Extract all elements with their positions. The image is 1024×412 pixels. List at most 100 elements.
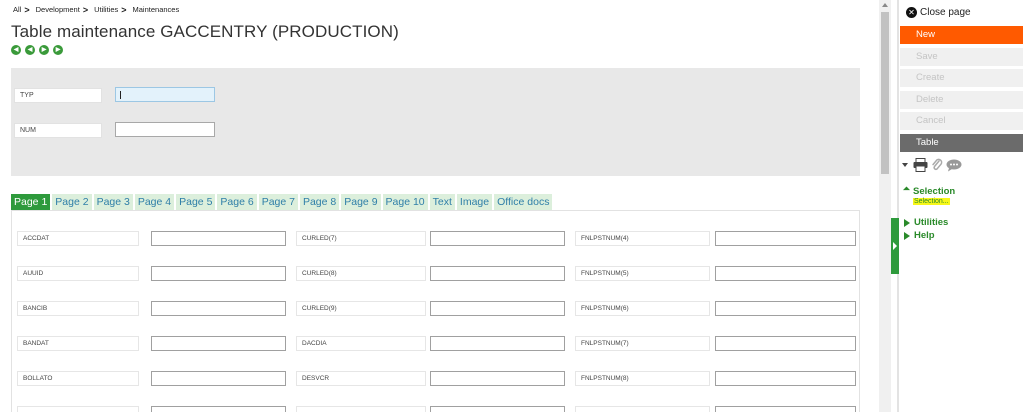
tab-page-4[interactable]: Page 4 (134, 194, 175, 210)
field-label-fnlpstnum-5: FNLPSTNUM(5) (575, 266, 710, 281)
tab-bar: Page 1 Page 2 Page 3 Page 4 Page 5 Page … (11, 194, 553, 210)
field-label-partial (575, 406, 710, 412)
breadcrumb-separator-icon: > (82, 4, 89, 15)
tab-page-9[interactable]: Page 9 (341, 194, 381, 210)
field-input-dacdia[interactable] (430, 336, 565, 351)
field-input-fnlpstnum-6[interactable] (715, 301, 856, 316)
scroll-up-arrow-icon[interactable] (882, 3, 888, 7)
field-input-bancib[interactable] (151, 301, 286, 316)
scroll-thumb[interactable] (881, 12, 889, 174)
selection-link[interactable]: Selection... (913, 198, 950, 205)
typ-label: TYP (14, 88, 102, 103)
tab-page-8[interactable]: Page 8 (299, 194, 340, 210)
field-grid: ACCDAT CURLED(7) FNLPSTNUM(4) AUUID CURL… (11, 210, 860, 412)
field-label-fnlpstnum-6: FNLPSTNUM(6) (575, 301, 710, 316)
first-record-icon[interactable]: ◀ (11, 45, 21, 55)
table-button[interactable]: Table (900, 134, 1023, 152)
selection-section-header[interactable]: Selection (902, 186, 956, 197)
field-input-fnlpstnum-4[interactable] (715, 231, 856, 246)
comment-icon[interactable] (946, 159, 962, 172)
field-input-partial[interactable] (151, 406, 286, 412)
print-icon[interactable] (913, 158, 928, 172)
previous-record-icon[interactable]: ◀ (25, 45, 35, 55)
field-input-bollato[interactable] (151, 371, 286, 386)
field-label-accdat: ACCDAT (17, 231, 139, 246)
breadcrumb-item-all[interactable]: All (13, 5, 21, 14)
field-input-curled-8[interactable] (430, 266, 565, 281)
field-label-curled-7: CURLED(7) (296, 231, 426, 246)
tab-text[interactable]: Text (429, 194, 455, 210)
field-input-partial[interactable] (715, 406, 856, 412)
chevron-right-icon (893, 242, 897, 250)
selection-section-label: Selection (913, 186, 956, 197)
field-input-bandat[interactable] (151, 336, 286, 351)
tab-page-2[interactable]: Page 2 (52, 194, 92, 210)
field-input-desvcr[interactable] (430, 371, 565, 386)
field-label-curled-8: CURLED(8) (296, 266, 426, 281)
field-input-curled-7[interactable] (430, 231, 565, 246)
collapsed-arrow-icon (904, 218, 910, 227)
num-label: NUM (14, 123, 102, 138)
tab-page-3[interactable]: Page 3 (93, 194, 133, 210)
field-label-desvcr: DESVCR (296, 371, 426, 386)
create-button[interactable]: Create (900, 69, 1023, 87)
field-label-bandat: BANDAT (17, 336, 139, 351)
delete-button[interactable]: Delete (900, 91, 1023, 109)
field-label-fnlpstnum-4: FNLPSTNUM(4) (575, 231, 710, 246)
last-record-icon[interactable]: ▶ (53, 45, 63, 55)
expanded-arrow-icon (902, 186, 911, 194)
field-label-auuid: AUUID (17, 266, 139, 281)
action-sidebar: ✕ Close page New Save Create Delete Canc… (899, 0, 1024, 412)
record-navigation: ◀ ◀ ▶ ▶ (11, 45, 63, 55)
close-page-label: Close page (920, 7, 971, 18)
help-section-label: Help (914, 230, 935, 241)
field-label-fnlpstnum-8: FNLPSTNUM(8) (575, 371, 710, 386)
tab-image[interactable]: Image (456, 194, 493, 210)
field-label-fnlpstnum-7: FNLPSTNUM(7) (575, 336, 710, 351)
utilities-section-header[interactable]: Utilities (904, 217, 948, 228)
cancel-button[interactable]: Cancel (900, 112, 1023, 130)
field-label-curled-9: CURLED(9) (296, 301, 426, 316)
tab-page-6[interactable]: Page 6 (217, 194, 257, 210)
close-page-button[interactable]: ✕ Close page (906, 7, 971, 18)
field-label-bollato: BOLLATO (17, 371, 139, 386)
breadcrumb-separator-icon: > (24, 4, 30, 15)
breadcrumb-item-development[interactable]: Development (36, 5, 80, 14)
field-input-accdat[interactable] (151, 231, 286, 246)
field-input-fnlpstnum-5[interactable] (715, 266, 856, 281)
field-input-fnlpstnum-8[interactable] (715, 371, 856, 386)
field-input-curled-9[interactable] (430, 301, 565, 316)
help-section-header[interactable]: Help (904, 230, 935, 241)
vertical-scrollbar[interactable] (879, 0, 891, 412)
field-label-partial (17, 406, 139, 412)
breadcrumb-item-maintenances[interactable]: Maintenances (133, 5, 180, 14)
page-title: Table maintenance GACCENTRY (PRODUCTION) (11, 22, 399, 41)
utilities-section-label: Utilities (914, 217, 949, 228)
breadcrumb-separator-icon: > (121, 4, 127, 15)
breadcrumb: All > Development > Utilities > Maintena… (13, 5, 182, 14)
field-label-bancib: BANCIB (17, 301, 139, 316)
new-button[interactable]: New (900, 26, 1023, 44)
tab-page-7[interactable]: Page 7 (258, 194, 298, 210)
field-input-auuid[interactable] (151, 266, 286, 281)
next-record-icon[interactable]: ▶ (39, 45, 49, 55)
save-button[interactable]: Save (900, 48, 1023, 66)
header-block: TYP NUM (11, 68, 860, 176)
field-input-fnlpstnum-7[interactable] (715, 336, 856, 351)
num-input[interactable] (115, 122, 215, 137)
field-label-partial (296, 406, 426, 412)
collapsed-arrow-icon (904, 231, 910, 240)
field-input-partial[interactable] (430, 406, 565, 412)
field-label-dacdia: DACDIA (296, 336, 426, 351)
sidebar-collapse-handle[interactable] (891, 218, 899, 274)
typ-input[interactable] (115, 87, 215, 102)
toolbar-icons (902, 158, 962, 172)
text-caret (120, 91, 121, 99)
attachment-icon[interactable] (931, 158, 943, 172)
tab-page-1[interactable]: Page 1 (11, 194, 51, 210)
breadcrumb-item-utilities[interactable]: Utilities (94, 5, 118, 14)
tab-office-docs[interactable]: Office docs (494, 194, 553, 210)
tab-page-10[interactable]: Page 10 (382, 194, 428, 210)
tab-page-5[interactable]: Page 5 (176, 194, 216, 210)
chevron-down-icon[interactable] (902, 163, 908, 167)
